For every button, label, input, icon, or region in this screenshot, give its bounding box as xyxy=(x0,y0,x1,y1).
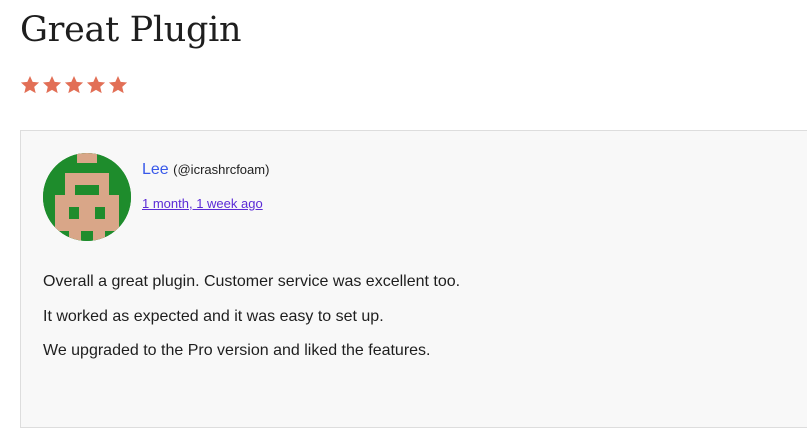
reviewer-info: Lee (@icrashrcfoam) xyxy=(142,159,269,181)
review-title: Great Plugin xyxy=(20,10,242,50)
star-icon xyxy=(108,76,128,94)
avatar[interactable] xyxy=(43,153,131,241)
star-icon xyxy=(64,76,84,94)
star-icon xyxy=(20,76,40,94)
reviewer-name-link[interactable]: Lee xyxy=(142,161,169,178)
reviewer-handle: (@icrashrcfoam) xyxy=(173,162,270,177)
star-icon xyxy=(42,76,62,94)
review-paragraph: We upgraded to the Pro version and liked… xyxy=(43,342,431,359)
star-icon xyxy=(86,76,106,94)
star-rating xyxy=(19,74,129,96)
review-card: Lee (@icrashrcfoam) 1 month, 1 week ago … xyxy=(20,130,807,428)
review-body: Overall a great plugin. Customer service… xyxy=(43,265,460,369)
identicon-avatar-icon xyxy=(43,153,131,241)
review-paragraph: Overall a great plugin. Customer service… xyxy=(43,273,461,290)
review-paragraph: It worked as expected and it was easy to… xyxy=(43,307,384,325)
review-date-link[interactable]: 1 month, 1 week ago xyxy=(142,195,263,213)
